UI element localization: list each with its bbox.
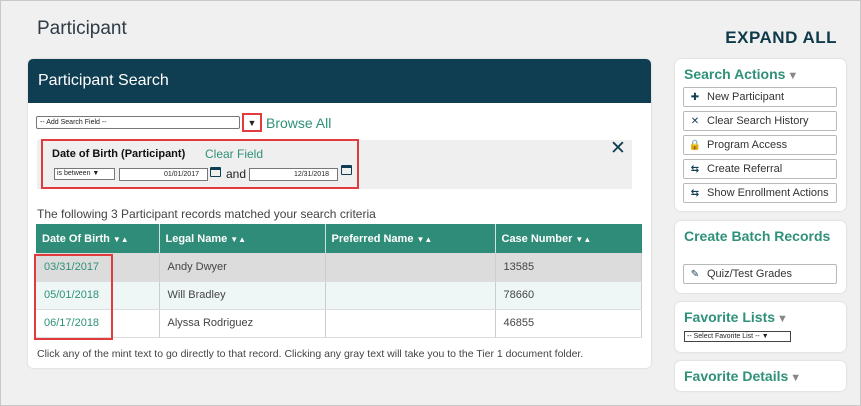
results-table: Date Of Birth ▼▲ Legal Name ▼▲ Preferred N… [36, 224, 642, 338]
preferred-name-cell[interactable] [325, 281, 496, 310]
footer-note: Click any of the mint text to go directl… [37, 348, 584, 360]
program-access-button[interactable]: 🔒 Program Access [683, 135, 837, 155]
sort-icon: ▼▲ [575, 234, 592, 244]
clear-search-history-button[interactable]: ✕ Clear Search History [683, 111, 837, 131]
expand-all-button[interactable]: EXPAND ALL [725, 28, 837, 48]
close-icon[interactable]: ✕ [610, 137, 626, 160]
favorite-details-card: Favorite Details ▼ [675, 361, 846, 391]
and-label: and [226, 167, 247, 181]
date-to-input[interactable]: 12/31/2018 [249, 168, 338, 181]
case-number-cell[interactable]: 46855 [495, 309, 642, 338]
panel-header: Participant Search [28, 59, 651, 103]
column-header-case-number[interactable]: Case Number ▼▲ [495, 224, 642, 253]
search-actions-title[interactable]: Search Actions ▼ [684, 66, 798, 82]
table-row[interactable]: 06/17/2018 Alyssa Rodriguez 46855 [36, 309, 642, 338]
criteria-highlight-box [41, 139, 359, 189]
pencil-icon: ✎ [690, 268, 700, 280]
column-header-preferred-name[interactable]: Preferred Name ▼▲ [325, 224, 496, 253]
add-search-field-row: -- Add Search Field -- ▼ Browse All [36, 113, 331, 132]
participant-search-panel: Participant Search -- Add Search Field -… [28, 59, 651, 368]
swap-arrows-icon: ⇆ [690, 163, 700, 175]
calendar-icon[interactable] [210, 167, 221, 177]
table-row[interactable]: 05/01/2018 Will Bradley 78660 [36, 281, 642, 310]
favorite-lists-card: Favorite Lists ▼ -- Select Favorite List … [675, 302, 846, 352]
preferred-name-cell[interactable] [325, 309, 496, 338]
sort-icon: ▼▲ [416, 234, 433, 244]
sort-icon: ▼▲ [112, 234, 129, 244]
legal-name-cell[interactable]: Will Bradley [159, 281, 326, 310]
search-actions-card: Search Actions ▼ ✚ New Participant ✕ Clear … [675, 59, 846, 211]
date-from-input[interactable]: 01/01/2017 [119, 168, 208, 181]
batch-records-card: Create Batch Records ✎ Quiz/Test Grades [675, 221, 846, 293]
add-search-field-select[interactable]: -- Add Search Field -- [36, 116, 240, 129]
page-title: Participant [37, 18, 127, 39]
column-header-legal-name[interactable]: Legal Name ▼▲ [159, 224, 326, 253]
favorite-lists-title[interactable]: Favorite Lists ▼ [684, 309, 788, 325]
swap-arrows-icon: ⇆ [690, 187, 700, 199]
show-enrollment-actions-button[interactable]: ⇆ Show Enrollment Actions [683, 183, 837, 203]
dob-highlight-box [34, 254, 113, 340]
column-header-dob[interactable]: Date Of Birth ▼▲ [36, 224, 160, 253]
sort-icon: ▼▲ [230, 234, 247, 244]
calendar-icon[interactable] [341, 165, 352, 175]
batch-records-title[interactable]: Create Batch Records [684, 228, 830, 244]
close-icon: ✕ [690, 115, 700, 127]
browse-all-link[interactable]: Browse All [266, 115, 331, 131]
create-referral-button[interactable]: ⇆ Create Referral [683, 159, 837, 179]
chevron-down-icon[interactable]: ▼ [242, 113, 262, 132]
preferred-name-cell[interactable] [325, 253, 496, 282]
criteria-label: Date of Birth (Participant) [52, 148, 186, 160]
lock-icon: 🔒 [688, 139, 702, 151]
favorite-details-title[interactable]: Favorite Details ▼ [684, 368, 801, 384]
legal-name-cell[interactable]: Andy Dwyer [159, 253, 326, 282]
operator-value: is between [57, 170, 91, 177]
case-number-cell[interactable]: 78660 [495, 281, 642, 310]
table-row[interactable]: 03/31/2017 Andy Dwyer 13585 [36, 253, 642, 282]
plus-circle-icon: ✚ [690, 91, 700, 103]
favorite-list-select[interactable]: -- Select Favorite List -- ▼ [684, 331, 791, 342]
clear-field-link[interactable]: Clear Field [205, 147, 263, 161]
quiz-test-grades-button[interactable]: ✎ Quiz/Test Grades [683, 264, 837, 284]
chevron-down-icon: ▼ [790, 372, 802, 384]
chevron-down-icon: ▼ [777, 313, 788, 325]
case-number-cell[interactable]: 13585 [495, 253, 642, 282]
chevron-down-icon: ▼ [787, 70, 799, 82]
results-message: The following 3 Participant records matc… [37, 207, 376, 221]
new-participant-button[interactable]: ✚ New Participant [683, 87, 837, 107]
legal-name-cell[interactable]: Alyssa Rodriguez [159, 309, 326, 338]
operator-select[interactable]: is between ▼ [54, 168, 115, 180]
